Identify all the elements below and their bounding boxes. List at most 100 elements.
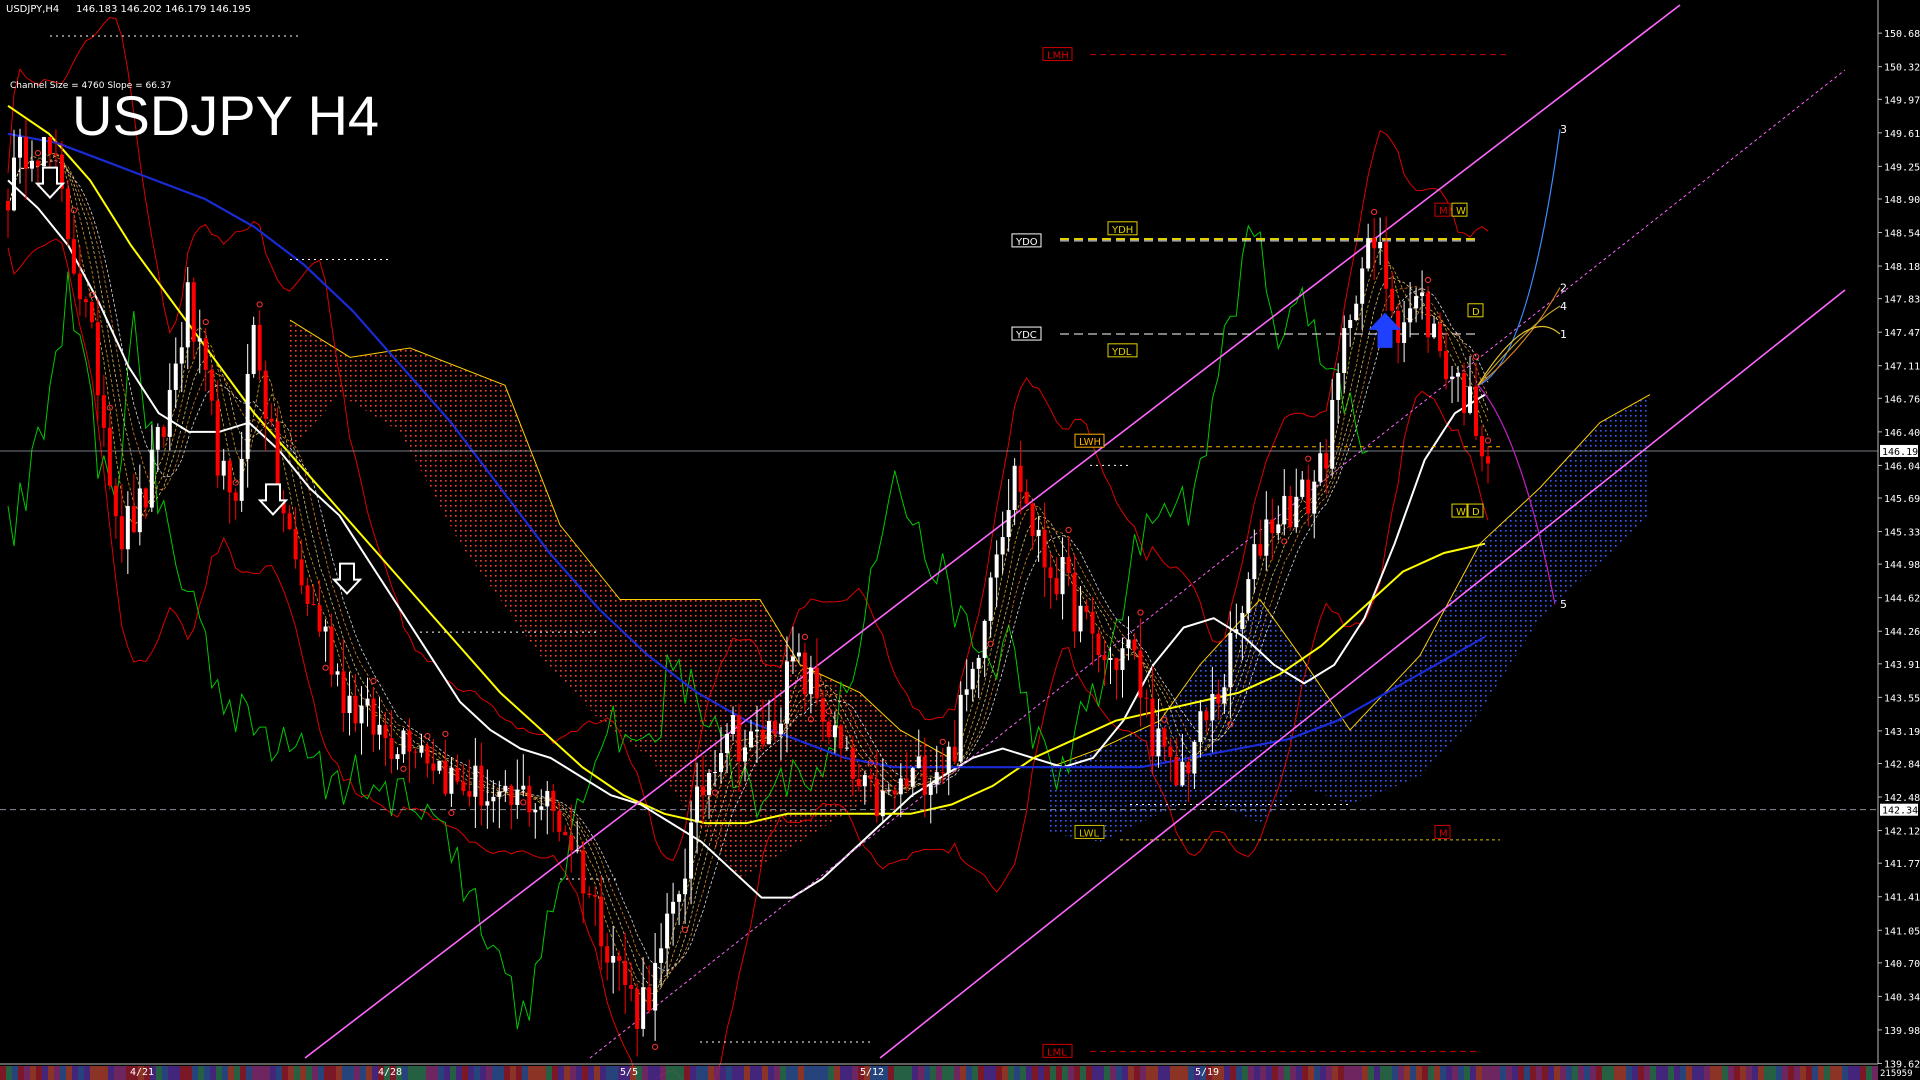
candle-body	[1474, 386, 1479, 436]
candle-body	[1426, 292, 1431, 338]
session-strip-cell	[1170, 1066, 1176, 1080]
session-strip-cell	[1368, 1066, 1374, 1080]
candle-body	[299, 559, 304, 586]
session-strip-cell	[1404, 1066, 1410, 1080]
session-strip-cell	[366, 1066, 372, 1080]
session-strip-cell	[774, 1066, 780, 1080]
level-tag: LWH	[1074, 433, 1105, 448]
candle-body	[1366, 238, 1371, 269]
candle-body	[1258, 544, 1263, 556]
candle-body	[455, 767, 460, 782]
session-strip-cell	[1494, 1066, 1500, 1080]
candle-body	[1036, 529, 1041, 536]
svg-text:LWL: LWL	[1079, 828, 1100, 839]
candle-body	[1342, 328, 1347, 373]
candle-body	[569, 835, 574, 851]
candle-body	[1408, 308, 1413, 323]
session-strip-cell	[1524, 1066, 1530, 1080]
candle-body	[521, 785, 526, 790]
session-strip-cell	[972, 1066, 978, 1080]
session-strip-cell	[792, 1066, 798, 1080]
candle-body	[77, 273, 82, 300]
candle-body	[227, 460, 232, 493]
session-strip-cell	[432, 1066, 438, 1080]
candle-body	[1096, 633, 1101, 656]
candle-body	[41, 137, 46, 167]
session-strip-cell	[504, 1066, 510, 1080]
session-strip-cell	[1710, 1066, 1716, 1080]
candle-body	[1108, 658, 1113, 660]
chart-title: USDJPY H4	[72, 84, 379, 147]
y-tick-label: 146.400	[1884, 428, 1920, 439]
candle-body	[802, 652, 807, 695]
session-strip-cell	[1446, 1066, 1452, 1080]
candle-body	[209, 369, 214, 401]
candle-body	[665, 913, 670, 949]
candle-body	[473, 765, 478, 797]
session-strip-cell	[216, 1066, 222, 1080]
session-strip-cell	[1572, 1066, 1578, 1080]
session-strip-cell	[24, 1066, 30, 1080]
session-strip-cell	[198, 1066, 204, 1080]
candle-body	[982, 620, 987, 658]
candle-body	[581, 850, 586, 894]
candle-body	[599, 896, 604, 947]
y-tick-label: 150.680	[1884, 29, 1920, 40]
candle-body	[359, 705, 364, 724]
candle-body	[449, 767, 454, 794]
candle-body	[1054, 578, 1059, 595]
candle-body	[83, 299, 88, 303]
candle-body	[647, 987, 652, 1011]
candle-body	[1270, 519, 1275, 534]
candle-body	[1204, 711, 1209, 721]
session-strip-cell	[1266, 1066, 1272, 1080]
session-strip-cell	[822, 1066, 828, 1080]
price-chart[interactable]: LMHLMLYDOYDHYDCYDLLWHLWL MM WDW D 32415 150…	[0, 0, 1920, 1080]
session-strip-cell	[684, 1066, 690, 1080]
session-strip-cell	[1002, 1066, 1008, 1080]
candle-body	[1078, 605, 1083, 632]
candle-body	[137, 488, 142, 533]
candle-body	[491, 796, 496, 802]
candle-body	[179, 347, 184, 364]
candle-body	[1300, 479, 1305, 497]
session-strip-cell	[1800, 1066, 1806, 1080]
y-tick-label: 141.770	[1884, 859, 1920, 870]
session-strip-cell	[1026, 1066, 1032, 1080]
session-strip-cell	[1836, 1066, 1842, 1080]
candle-body	[928, 784, 933, 795]
candle-body	[1252, 544, 1257, 580]
y-tick-label: 149.610	[1884, 129, 1920, 140]
candle-body	[287, 513, 292, 530]
candle-body	[155, 427, 160, 450]
candle-body	[1042, 529, 1047, 568]
session-strip-cell	[1074, 1066, 1080, 1080]
candle-body	[1216, 693, 1221, 704]
session-strip-cell	[1152, 1066, 1158, 1080]
candle-body	[101, 395, 106, 428]
candle-body	[713, 772, 718, 774]
candle-body	[551, 790, 556, 812]
session-strip-cell	[594, 1066, 600, 1080]
session-strip-cell	[90, 1066, 96, 1080]
candle-body	[988, 577, 993, 621]
session-strip-cell	[1788, 1066, 1794, 1080]
session-strip-cell	[1518, 1066, 1524, 1080]
session-strip-cell	[990, 1066, 996, 1080]
candle-body	[119, 516, 124, 550]
session-strip-cell	[1248, 1066, 1254, 1080]
session-strip-cell	[234, 1066, 240, 1080]
candle-body	[95, 322, 100, 396]
candle-body	[1246, 579, 1251, 613]
session-strip-cell	[1224, 1066, 1230, 1080]
session-strip-cell	[306, 1066, 312, 1080]
session-strip-cell	[660, 1066, 666, 1080]
svg-text:YDL: YDL	[1111, 347, 1132, 358]
level-tag: YDH	[1107, 221, 1138, 236]
session-strip-cell	[1314, 1066, 1320, 1080]
session-strip-cell	[1854, 1066, 1860, 1080]
session-strip-cell	[1734, 1066, 1740, 1080]
session-strip-cell	[414, 1066, 420, 1080]
session-strip-cell	[1254, 1066, 1260, 1080]
session-strip-cell	[960, 1066, 966, 1080]
